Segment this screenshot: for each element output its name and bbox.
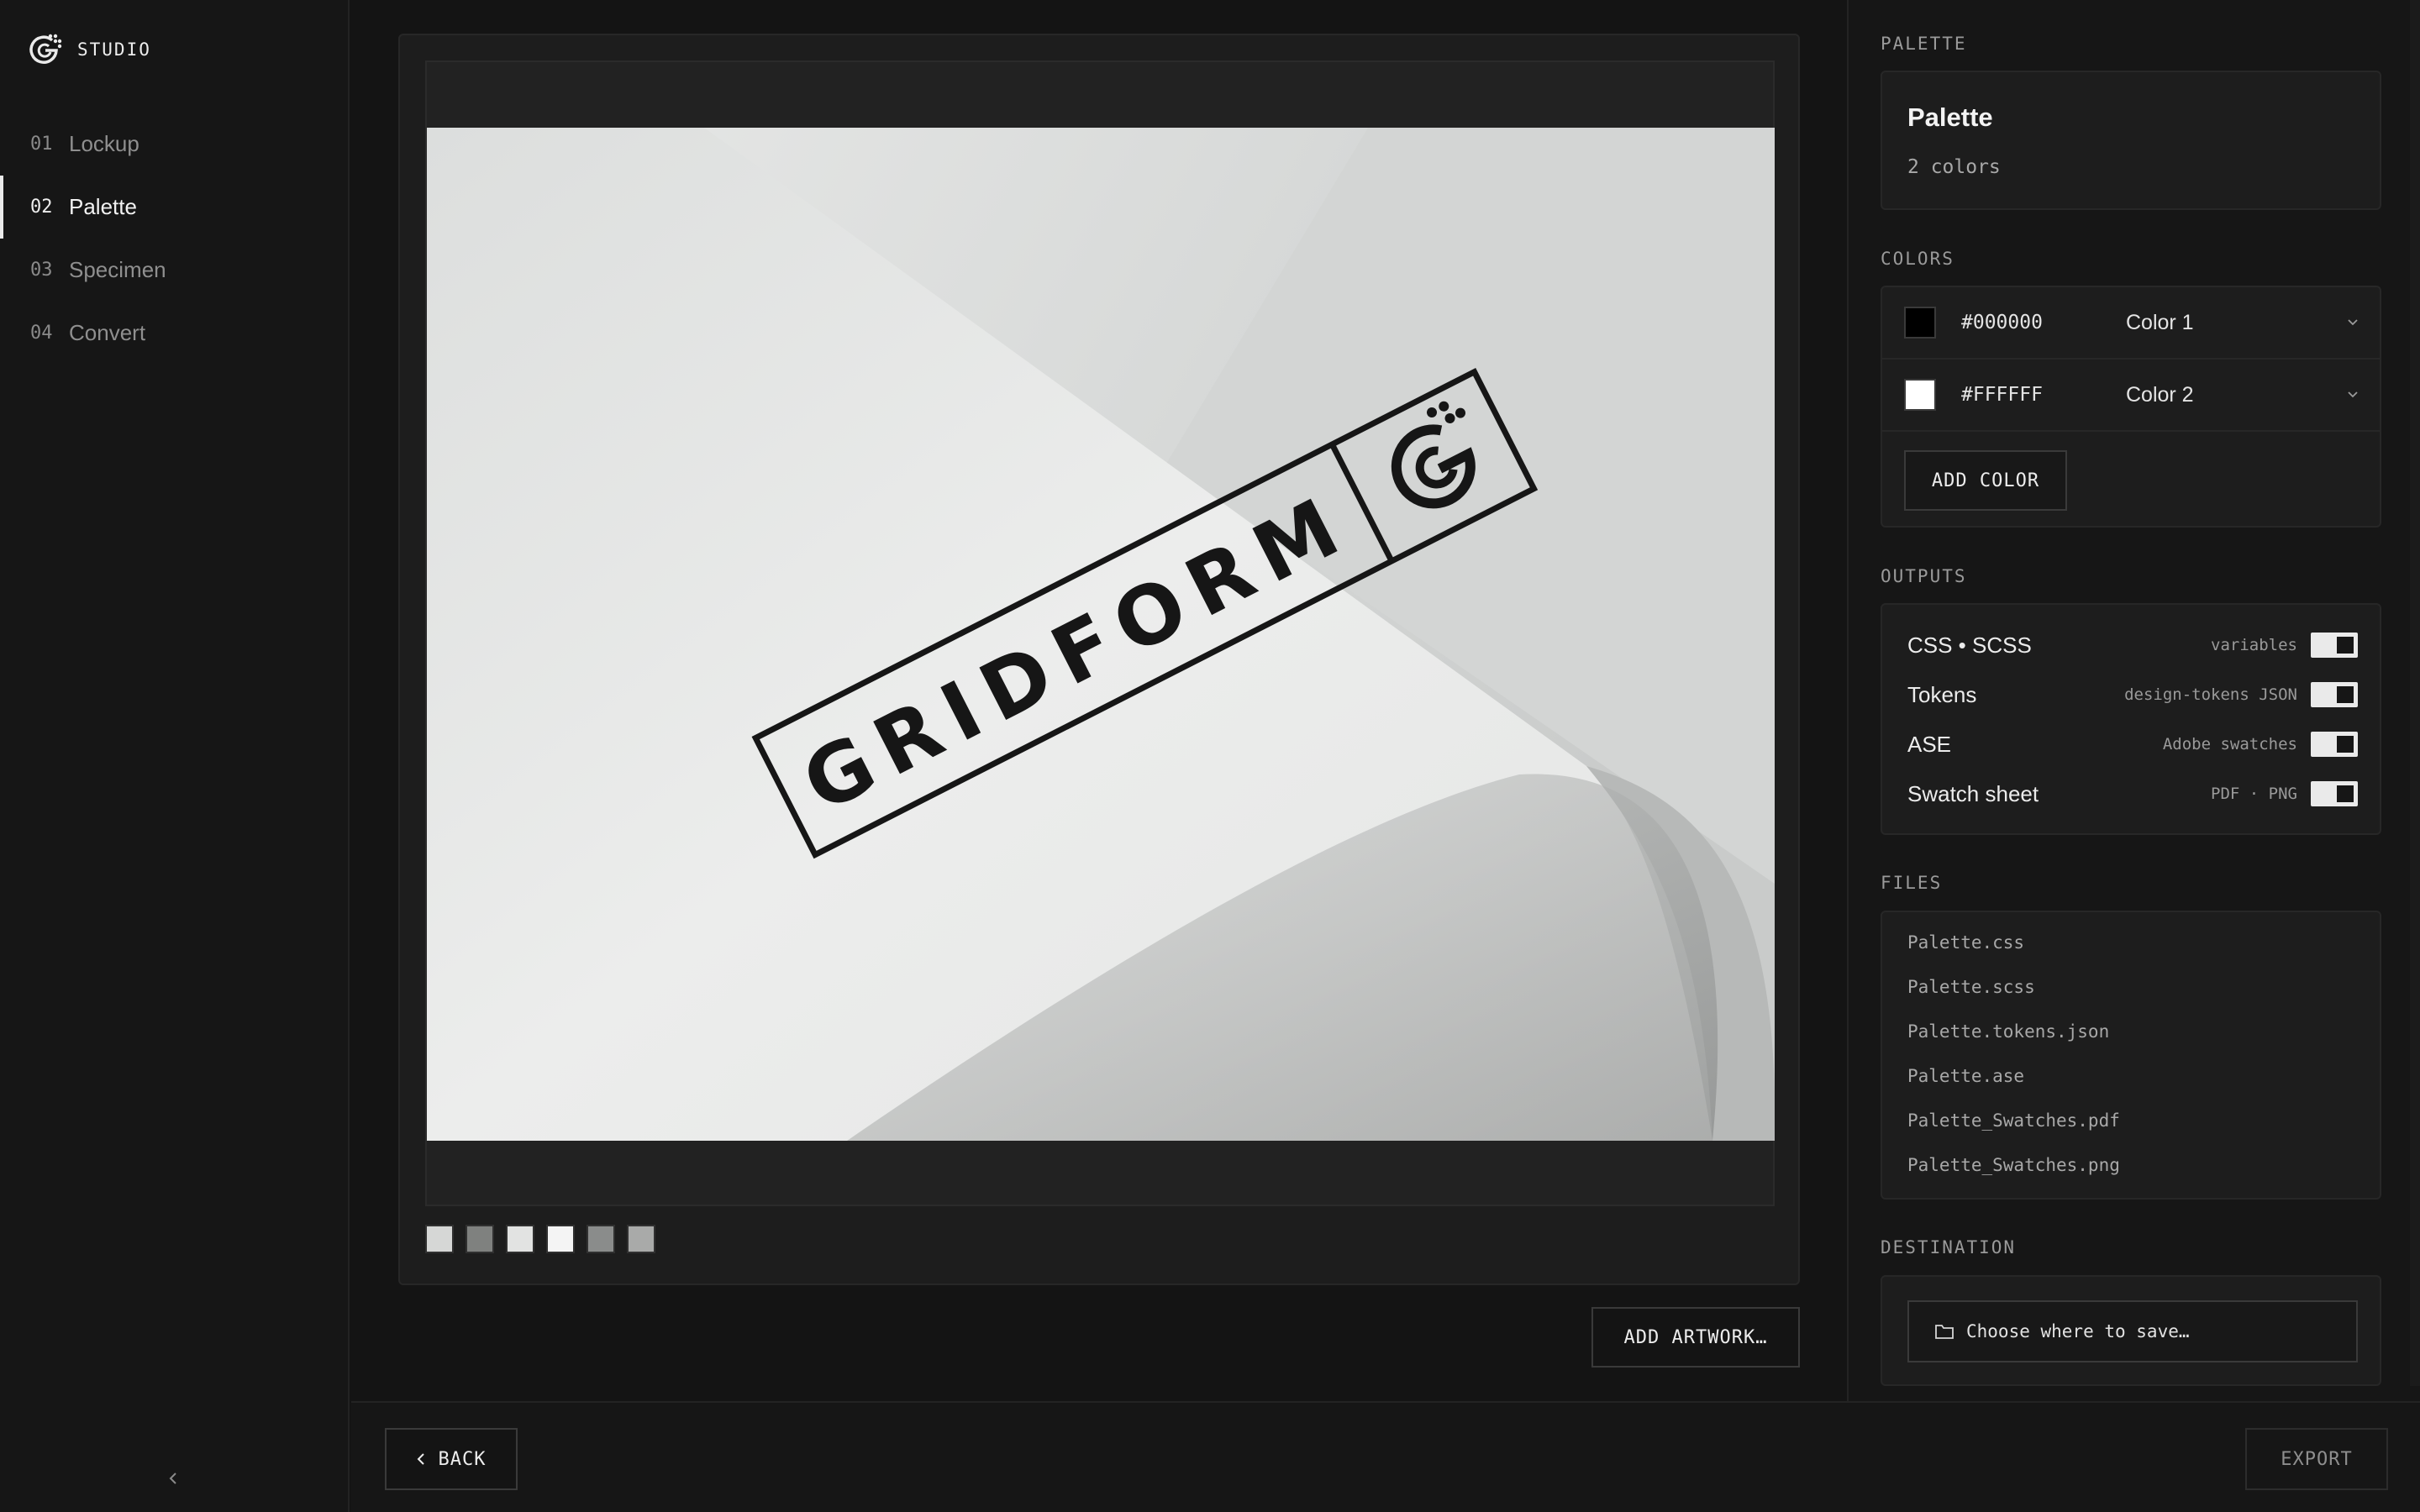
outputs-card: CSS • SCSS variables Tokens design-token… <box>1881 603 2381 835</box>
output-label: Tokens <box>1907 681 1977 707</box>
output-note: Adobe swatches <box>2162 735 2297 753</box>
output-note: variables <box>2211 636 2297 654</box>
folder-icon <box>1935 1325 1954 1339</box>
color-row[interactable]: #000000 Color 1 <box>1882 287 2380 360</box>
section-title-destination: DESTINATION <box>1881 1237 2017 1257</box>
chevron-down-icon[interactable] <box>2343 385 2363 405</box>
brand-logo-icon <box>29 34 62 64</box>
nav-number: 01 <box>30 134 53 155</box>
color-hex[interactable]: #000000 <box>1961 312 2043 333</box>
mockup-artwork: GRIDFORM <box>427 128 1775 1141</box>
swatch-thumb[interactable] <box>506 1225 534 1253</box>
extracted-swatch-strip <box>425 1225 655 1253</box>
nav-label: Convert <box>69 320 146 345</box>
sidebar: STUDIO 01 Lockup 02 Palette 03 Specimen … <box>0 0 350 1512</box>
section-title-files: FILES <box>1881 873 1943 893</box>
nav-number: 03 <box>30 260 53 281</box>
colors-card: #000000 Color 1 #FFFFFF Color 2 ADD COLO… <box>1881 286 2381 528</box>
main-area: GRIDFORM ADD ARTWORK… <box>351 0 1847 1401</box>
nav-label: Palette <box>69 194 137 219</box>
chevron-left-icon <box>169 1473 176 1484</box>
back-button[interactable]: BACK <box>385 1428 518 1490</box>
sidebar-item-lockup[interactable]: 01 Lockup <box>0 113 348 176</box>
color-chip[interactable] <box>1904 307 1936 339</box>
sidebar-item-specimen[interactable]: 03 Specimen <box>0 239 348 302</box>
export-button[interactable]: EXPORT <box>2245 1428 2388 1490</box>
output-label: Swatch sheet <box>1907 780 2039 806</box>
output-row-ase: ASE Adobe swatches <box>1907 727 2358 761</box>
palette-card: Palette 2 colors <box>1881 71 2381 210</box>
brand-name: STUDIO <box>77 39 151 60</box>
sidebar-item-convert[interactable]: 04 Convert <box>0 302 348 365</box>
output-toggle[interactable] <box>2311 732 2358 757</box>
files-card: Palette.css Palette.scss Palette.tokens.… <box>1881 911 2381 1200</box>
swatch-thumb[interactable] <box>425 1225 454 1253</box>
collapse-sidebar-button[interactable] <box>156 1462 190 1495</box>
properties-panel: PALETTE Palette 2 colors COLORS #000000 … <box>1847 0 2420 1401</box>
footer-bar: BACK EXPORT <box>351 1401 2420 1512</box>
nav-number: 04 <box>30 323 53 344</box>
chevron-down-icon[interactable] <box>2343 312 2363 333</box>
file-item: Palette.css <box>1907 932 2025 953</box>
destination-placeholder: Choose where to save… <box>1966 1321 2190 1341</box>
add-color-button[interactable]: ADD COLOR <box>1904 450 2067 511</box>
swatch-thumb[interactable] <box>587 1225 615 1253</box>
panel-scrollbar[interactable] <box>2410 0 2420 1386</box>
color-name[interactable]: Color 1 <box>2126 311 2194 335</box>
output-row-swatch-sheet: Swatch sheet PDF · PNG <box>1907 777 2358 811</box>
brand: STUDIO <box>27 30 151 69</box>
file-item: Palette_Swatches.pdf <box>1907 1110 2120 1131</box>
artwork-image: GRIDFORM <box>427 128 1775 1141</box>
file-item: Palette.ase <box>1907 1066 2025 1086</box>
back-label: BACK <box>438 1448 487 1470</box>
artwork-preview-card: GRIDFORM <box>398 34 1800 1285</box>
color-hex[interactable]: #FFFFFF <box>1961 384 2043 406</box>
output-toggle[interactable] <box>2311 781 2358 806</box>
output-note: PDF · PNG <box>2211 785 2297 803</box>
destination-picker[interactable]: Choose where to save… <box>1907 1300 2358 1362</box>
nav-label: Lockup <box>69 131 139 156</box>
color-row[interactable]: #FFFFFF Color 2 <box>1882 360 2380 432</box>
file-item: Palette.tokens.json <box>1907 1021 2110 1042</box>
output-note: design-tokens JSON <box>2124 685 2297 704</box>
output-label: ASE <box>1907 731 1952 757</box>
add-artwork-button[interactable]: ADD ARTWORK… <box>1591 1307 1800 1368</box>
nav-number: 02 <box>30 197 53 218</box>
output-toggle[interactable] <box>2311 682 2358 707</box>
swatch-thumb[interactable] <box>466 1225 494 1253</box>
output-row-tokens: Tokens design-tokens JSON <box>1907 678 2358 711</box>
artboard: GRIDFORM <box>425 60 1775 1206</box>
palette-name: Palette <box>1907 102 1993 132</box>
sidebar-item-palette[interactable]: 02 Palette <box>0 176 348 239</box>
nav-label: Specimen <box>69 257 166 282</box>
color-name[interactable]: Color 2 <box>2126 383 2194 407</box>
swatch-thumb[interactable] <box>546 1225 575 1253</box>
output-label: CSS • SCSS <box>1907 632 2032 658</box>
output-toggle[interactable] <box>2311 633 2358 658</box>
color-chip[interactable] <box>1904 379 1936 411</box>
destination-card: Choose where to save… <box>1881 1275 2381 1386</box>
section-title-outputs: OUTPUTS <box>1881 566 1967 586</box>
file-item: Palette_Swatches.png <box>1907 1155 2120 1175</box>
section-title-palette: PALETTE <box>1881 34 1967 54</box>
chevron-left-icon <box>417 1452 425 1466</box>
output-row-css: CSS • SCSS variables <box>1907 628 2358 662</box>
sidebar-nav: 01 Lockup 02 Palette 03 Specimen 04 Conv… <box>0 113 348 365</box>
swatch-thumb[interactable] <box>627 1225 655 1253</box>
section-title-colors: COLORS <box>1881 249 1954 269</box>
file-item: Palette.scss <box>1907 977 2035 997</box>
palette-color-count: 2 colors <box>1907 156 2001 178</box>
